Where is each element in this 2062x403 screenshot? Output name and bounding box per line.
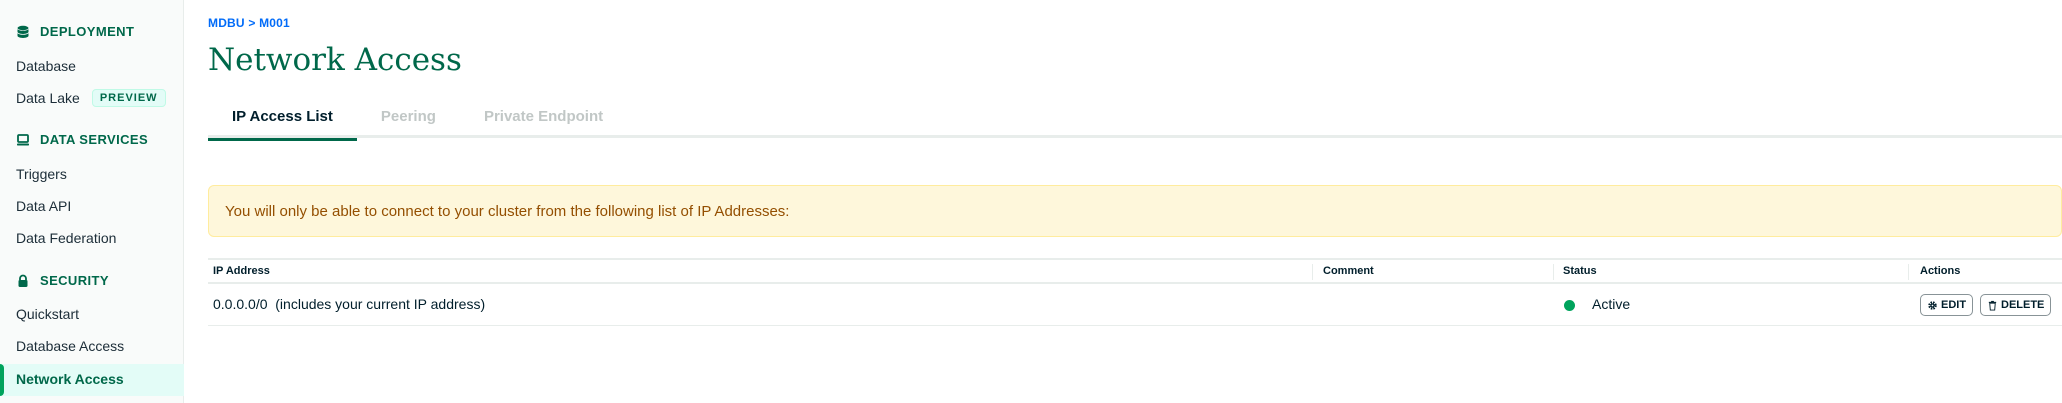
tab-bar: IP Access List Peering Private Endpoint (208, 104, 2062, 141)
info-banner: You will only be able to connect to your… (208, 185, 2062, 237)
laptop-icon (17, 133, 29, 145)
trash-icon (1988, 300, 1997, 311)
column-divider (1553, 264, 1554, 280)
preview-badge: PREVIEW (91, 89, 166, 107)
main-content: MDBU > M001 Network Access IP Access Lis… (208, 0, 2062, 403)
sidebar-item-label: Data Federation (16, 230, 117, 246)
delete-button-label: DELETE (2001, 299, 2045, 311)
column-header-ip-address: IP Address (213, 265, 270, 277)
sidebar-item-label: Triggers (16, 166, 67, 182)
sidebar-item-quickstart[interactable]: Quickstart (16, 306, 79, 322)
breadcrumb[interactable]: MDBU > M001 (208, 16, 290, 30)
sidebar-item-label: Data Lake (16, 90, 80, 106)
section-title: SECURITY (40, 273, 109, 288)
column-divider (1908, 264, 1909, 280)
status-active-dot (1564, 300, 1575, 311)
table-row: 0.0.0.0/0 (includes your current IP addr… (208, 284, 2062, 326)
column-header-status: Status (1563, 265, 1597, 277)
sidebar-item-data-api[interactable]: Data API (16, 198, 71, 214)
tab-peering[interactable]: Peering (357, 104, 460, 138)
sidebar-item-database[interactable]: Database (16, 58, 76, 74)
sidebar-item-data-lake[interactable]: Data Lake PREVIEW (16, 89, 166, 107)
section-title: DATA SERVICES (40, 132, 149, 147)
sidebar-item-data-federation[interactable]: Data Federation (16, 230, 116, 246)
sidebar-item-label: Network Access (16, 371, 124, 387)
section-title: DEPLOYMENT (40, 24, 135, 39)
column-divider (1312, 264, 1313, 280)
sidebar-item-database-access[interactable]: Database Access (16, 338, 124, 354)
column-header-comment: Comment (1323, 265, 1374, 277)
tab-ip-access-list[interactable]: IP Access List (208, 104, 357, 141)
status-cell: Active (1592, 296, 1631, 312)
database-icon (17, 25, 29, 38)
edit-button[interactable]: EDIT (1920, 294, 1974, 316)
sidebar: DEPLOYMENT Database Data Lake PREVIEW DA… (0, 0, 184, 403)
lock-icon (18, 274, 28, 287)
sidebar-item-label: Database (16, 58, 76, 74)
delete-button[interactable]: DELETE (1980, 294, 2052, 316)
page-title: Network Access (208, 42, 462, 78)
column-header-actions: Actions (1920, 265, 1961, 277)
ip-access-table: IP Address Comment Status Actions 0.0.0.… (208, 258, 2062, 326)
active-item-indicator (0, 364, 4, 396)
sidebar-item-label: Data API (16, 198, 72, 214)
sidebar-item-label: Quickstart (16, 306, 80, 322)
sidebar-item-triggers[interactable]: Triggers (16, 166, 67, 182)
table-header: IP Address Comment Status Actions (208, 258, 2062, 284)
ip-address-cell: 0.0.0.0/0 (includes your current IP addr… (213, 296, 486, 312)
section-deployment: DEPLOYMENT (16, 24, 134, 39)
section-security: SECURITY (16, 273, 109, 288)
sidebar-item-label: Database Access (16, 338, 125, 354)
gear-icon (1928, 300, 1937, 310)
edit-button-label: EDIT (1941, 299, 1967, 311)
section-data-services: DATA SERVICES (16, 132, 148, 147)
sidebar-item-network-access[interactable]: Network Access (16, 371, 124, 387)
tab-private-endpoint[interactable]: Private Endpoint (460, 104, 627, 138)
